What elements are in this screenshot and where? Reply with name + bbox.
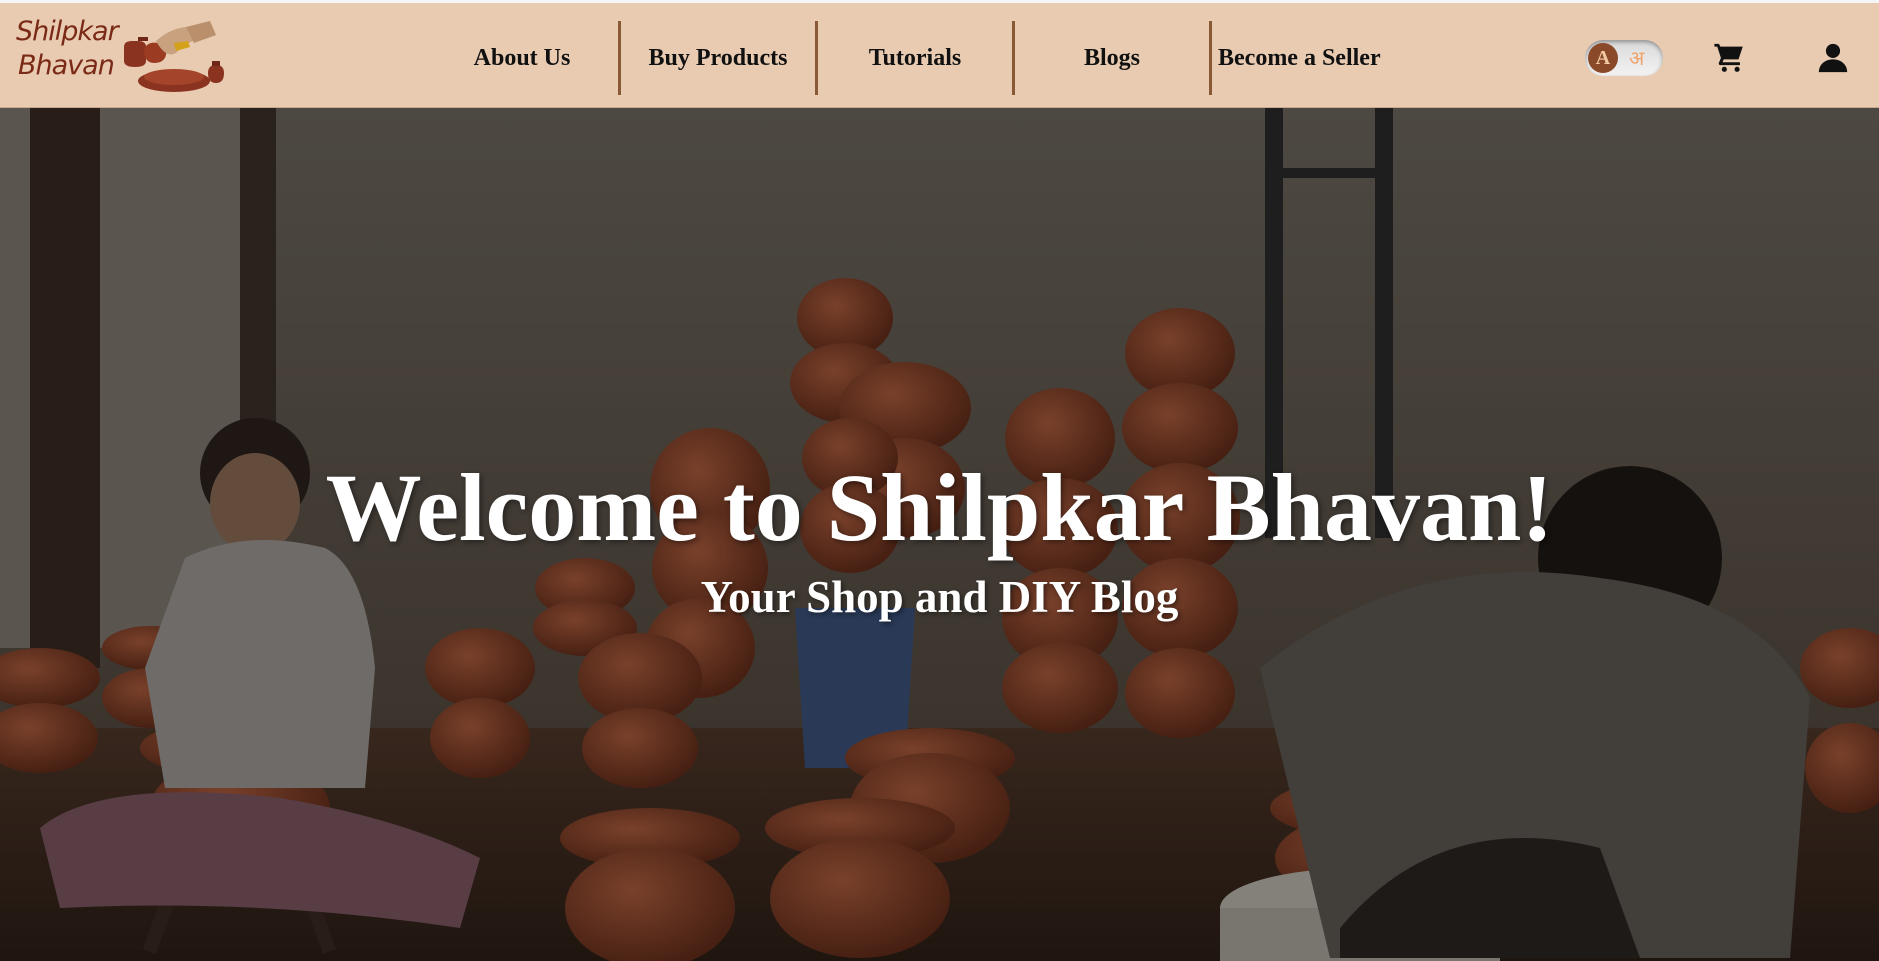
logo-line-2: Bhavan: [18, 50, 115, 81]
language-english-knob: A: [1588, 43, 1618, 73]
site-header: Shilpkar Bhavan About Us Buy Products Tu…: [0, 0, 1879, 108]
main-nav: About Us Buy Products Tutorials Blogs Be…: [426, 21, 1412, 95]
hero-title: Welcome to Shilpkar Bhavan!: [325, 454, 1554, 561]
user-icon[interactable]: [1816, 41, 1850, 75]
pottery-logo-icon: [124, 21, 224, 92]
nav-blogs[interactable]: Blogs: [1015, 21, 1209, 95]
cart-icon[interactable]: [1713, 41, 1747, 75]
hero-subtitle: Your Shop and DIY Blog: [700, 572, 1179, 622]
site-logo[interactable]: Shilpkar Bhavan: [12, 13, 228, 99]
language-toggle[interactable]: A अ: [1585, 40, 1663, 76]
language-hindi-label: अ: [1629, 46, 1645, 70]
nav-buy-products[interactable]: Buy Products: [621, 21, 815, 95]
nav-tutorials[interactable]: Tutorials: [818, 21, 1012, 95]
hero-banner: Welcome to Shilpkar Bhavan! Your Shop an…: [0, 108, 1879, 961]
nav-about-us[interactable]: About Us: [426, 21, 618, 95]
logo-text: Shilpkar Bhavan: [16, 15, 119, 83]
nav-become-a-seller[interactable]: Become a Seller: [1212, 21, 1412, 95]
logo-line-1: Shilpkar: [16, 16, 119, 47]
